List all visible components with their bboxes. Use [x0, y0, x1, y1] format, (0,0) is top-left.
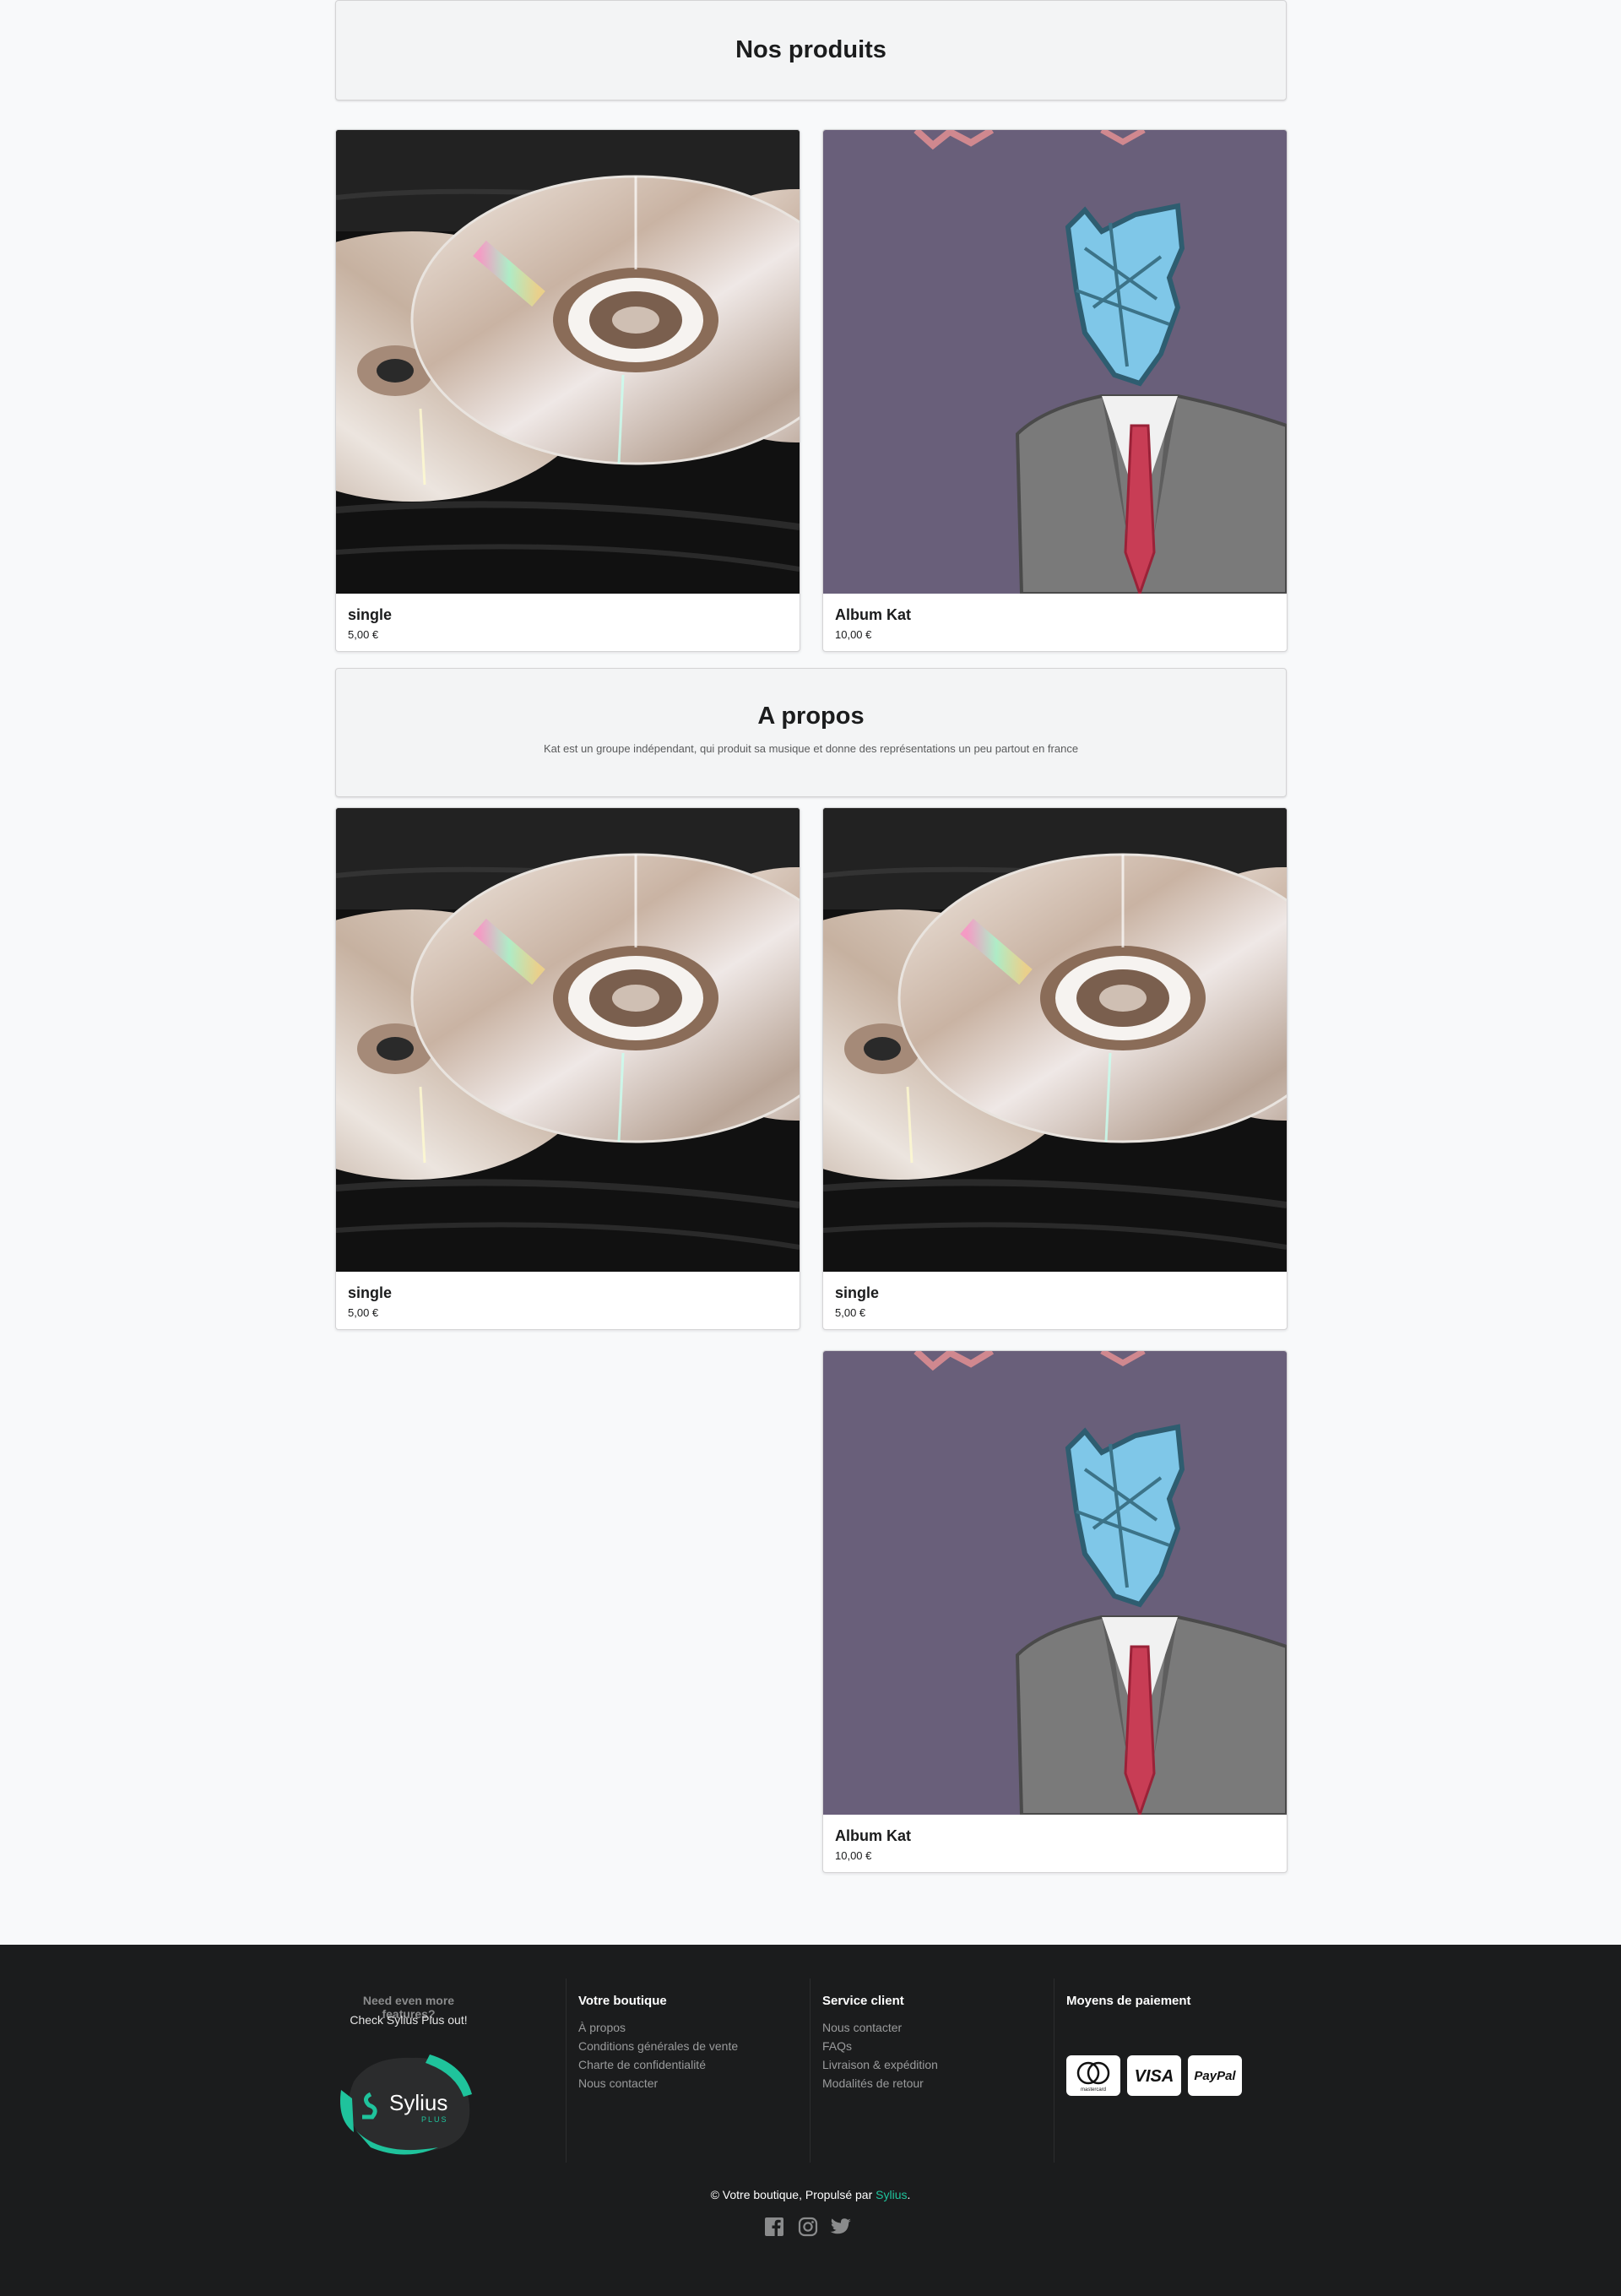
footer-link-privacy[interactable]: Charte de confidentialité	[578, 2055, 798, 2074]
products-header: Nos produits	[335, 0, 1287, 100]
copyright-prefix: © Votre boutique, Propulsé par	[710, 2188, 876, 2201]
product-card[interactable]: Album Kat 10,00 €	[822, 129, 1288, 652]
footer-divider	[566, 1978, 567, 2163]
facebook-icon[interactable]	[764, 2217, 784, 2237]
social-links	[764, 2213, 857, 2239]
about-text: Kat est un groupe indépendant, qui produ…	[543, 742, 1079, 755]
product-card[interactable]: single 5,00 €	[335, 807, 800, 1330]
paypal-icon: PayPal	[1188, 2055, 1242, 2096]
plus-cta[interactable]: Check Sylius Plus out!	[335, 2013, 482, 2027]
footer-link-faqs[interactable]: FAQs	[822, 2037, 1042, 2055]
plus-logo-text: Sylius	[389, 2090, 447, 2115]
product-card[interactable]: single 5,00 €	[335, 129, 800, 652]
product-image[interactable]	[336, 808, 800, 1272]
product-name[interactable]: Album Kat	[835, 1827, 911, 1845]
footer-link-returns[interactable]: Modalités de retour	[822, 2074, 1042, 2092]
product-name[interactable]: single	[348, 1284, 392, 1302]
visa-label: VISA	[1135, 2067, 1174, 2086]
visa-icon: VISA	[1127, 2055, 1181, 2096]
instagram-icon[interactable]	[798, 2217, 818, 2237]
product-price: 5,00 €	[348, 628, 379, 641]
product-price: 5,00 €	[348, 1306, 379, 1319]
footer-link-contact[interactable]: Nous contacter	[578, 2074, 798, 2092]
footer-link-about[interactable]: À propos	[578, 2018, 798, 2037]
copyright: © Votre boutique, Propulsé par Sylius.	[0, 2188, 1621, 2201]
footer-payment-column: Moyens de paiement mastercard VISA PayPa…	[1066, 1978, 1286, 2163]
footer-link-contact-us[interactable]: Nous contacter	[822, 2018, 1042, 2037]
copyright-suffix: .	[907, 2188, 911, 2201]
product-name[interactable]: single	[348, 606, 392, 624]
mastercard-label: mastercard	[1081, 2087, 1106, 2092]
product-image[interactable]	[336, 130, 800, 594]
sylius-plus-promo[interactable]: Need even more features? Check Sylius Pl…	[335, 1978, 482, 2163]
about-section: A propos Kat est un groupe indépendant, …	[335, 668, 1287, 797]
product-image[interactable]	[823, 808, 1287, 1272]
products-title: Nos produits	[735, 36, 886, 63]
sylius-link[interactable]: Sylius	[876, 2188, 907, 2201]
about-title: A propos	[757, 703, 865, 730]
product-price: 10,00 €	[835, 1849, 872, 1862]
product-image[interactable]	[823, 1351, 1287, 1815]
product-name[interactable]: Album Kat	[835, 606, 911, 624]
footer-payment-title: Moyens de paiement	[1066, 1994, 1191, 2008]
twitter-icon[interactable]	[830, 2217, 852, 2237]
product-price: 10,00 €	[835, 628, 872, 641]
footer-service-column: Service client Nous contacter FAQs Livra…	[822, 1978, 1042, 2163]
mastercard-icon: mastercard	[1066, 2055, 1120, 2096]
footer-link-terms[interactable]: Conditions générales de vente	[578, 2037, 798, 2055]
footer-link-shipping[interactable]: Livraison & expédition	[822, 2055, 1042, 2074]
footer-shop-column: Votre boutique À propos Conditions génér…	[578, 1978, 798, 2163]
paypal-label: PayPal	[1194, 2069, 1236, 2083]
footer-shop-title: Votre boutique	[578, 1994, 667, 2008]
sylius-plus-logo[interactable]: Sylius PLUS	[337, 2048, 480, 2158]
site-footer: Need even more features? Check Sylius Pl…	[0, 1945, 1621, 2296]
product-price: 5,00 €	[835, 1306, 866, 1319]
product-card[interactable]: single 5,00 €	[822, 807, 1288, 1330]
plus-logo-sub: PLUS	[421, 2115, 448, 2124]
product-name[interactable]: single	[835, 1284, 879, 1302]
product-card[interactable]: Album Kat 10,00 €	[822, 1350, 1288, 1873]
footer-service-title: Service client	[822, 1994, 904, 2008]
product-image[interactable]	[823, 130, 1287, 594]
